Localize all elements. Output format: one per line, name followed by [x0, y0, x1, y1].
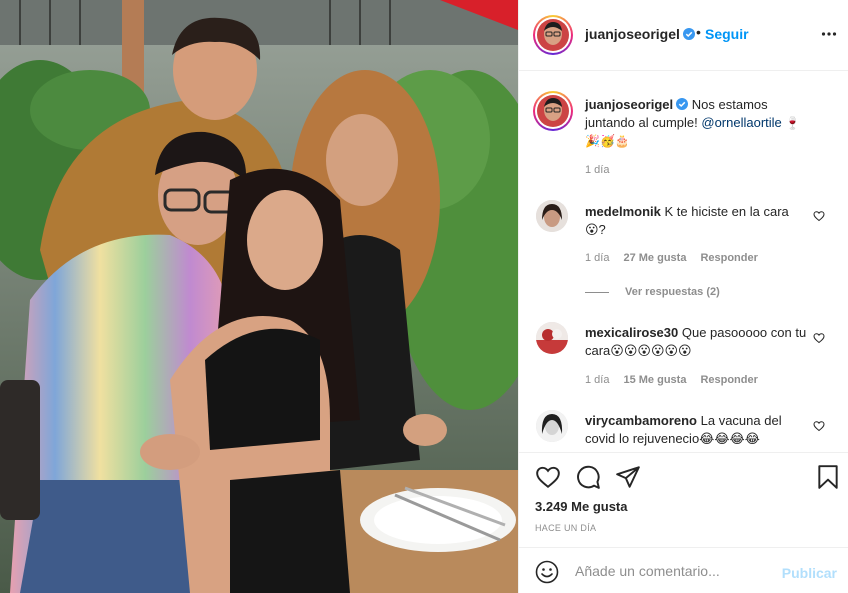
caption-emojis: 🎉🥳🎂 [585, 134, 630, 148]
more-horizontal-icon[interactable] [821, 26, 837, 42]
comment-time[interactable]: 1 día [585, 374, 609, 386]
replies-divider [585, 292, 609, 293]
avatar-image [536, 200, 568, 232]
caption-username[interactable]: juanjoseorigel [585, 97, 673, 112]
add-comment-bar: Publicar [519, 547, 848, 593]
caption-avatar[interactable] [533, 91, 573, 131]
comment-avatar[interactable] [536, 322, 568, 354]
comment-username[interactable]: medelmonik [585, 204, 661, 219]
comment-icon[interactable] [575, 464, 601, 490]
comment-likes[interactable]: 27 Me gusta [623, 252, 686, 264]
bookmark-icon[interactable] [815, 464, 841, 490]
author-username[interactable]: juanjoseorigel [585, 26, 695, 42]
avatar-image [537, 95, 569, 127]
author-avatar[interactable] [533, 15, 573, 55]
post-sidebar: juanjoseorigel • Seguir juanjoseorigel N… [518, 0, 848, 593]
view-replies-button[interactable]: Ver respuestas (2) [625, 286, 720, 298]
verified-badge-icon [682, 28, 695, 40]
likes-count[interactable]: 3.249 Me gusta [535, 499, 628, 514]
heart-icon[interactable] [535, 464, 561, 490]
post-actions: 3.249 Me gusta HACE UN DÍA [519, 452, 848, 547]
post-timestamp[interactable]: HACE UN DÍA [535, 523, 596, 533]
comment-username[interactable]: virycambamoreno [585, 413, 697, 428]
comment-meta: 1 día 27 Me gusta Responder [585, 252, 758, 264]
separator-dot: • [696, 24, 701, 40]
follow-button[interactable]: Seguir [705, 26, 749, 42]
verified-badge-icon [676, 98, 689, 110]
avatar-image [536, 322, 568, 354]
comment-username[interactable]: mexicalirose30 [585, 325, 678, 340]
comment-text: mexicalirose30 Que pasooooo con tu cara😮… [585, 324, 807, 360]
author-username-text[interactable]: juanjoseorigel [585, 26, 680, 42]
comment-text: virycambamoreno La vacuna del covid lo r… [585, 412, 807, 448]
post-header: juanjoseorigel • Seguir [519, 0, 848, 71]
publish-button[interactable]: Publicar [782, 565, 837, 581]
comment-avatar[interactable] [536, 200, 568, 232]
emoji-icon[interactable] [535, 560, 559, 584]
caption-mention[interactable]: @ornellaortile [701, 115, 781, 130]
post-image [0, 0, 518, 593]
avatar-image [536, 410, 568, 442]
heart-icon[interactable] [813, 420, 825, 432]
comment-time[interactable]: 1 día [585, 252, 609, 264]
comment-likes[interactable]: 15 Me gusta [623, 374, 686, 386]
heart-icon[interactable] [813, 332, 825, 344]
comment-input[interactable] [575, 561, 775, 581]
comments-list[interactable]: juanjoseorigel Nos estamos juntando al c… [519, 72, 848, 452]
reply-button[interactable]: Responder [700, 374, 757, 386]
caption-text: juanjoseorigel Nos estamos juntando al c… [585, 96, 817, 150]
post-photo[interactable] [0, 0, 518, 593]
avatar-image [537, 19, 569, 51]
comment-avatar[interactable] [536, 410, 568, 442]
reply-button[interactable]: Responder [700, 252, 757, 264]
comment-meta: 1 día 15 Me gusta Responder [585, 374, 758, 386]
caption-emoji-wine: 🍷 [785, 116, 801, 130]
share-icon[interactable] [615, 464, 641, 490]
heart-icon[interactable] [813, 210, 825, 222]
comment-text: medelmonik K te hiciste en la cara😮? [585, 203, 807, 239]
caption-time[interactable]: 1 día [585, 164, 609, 176]
